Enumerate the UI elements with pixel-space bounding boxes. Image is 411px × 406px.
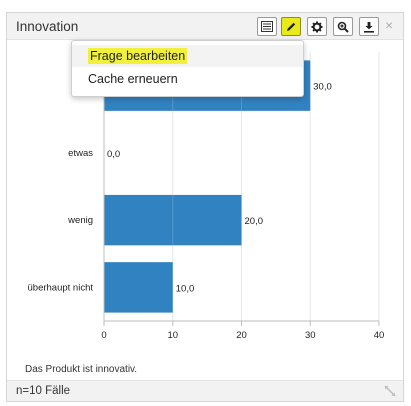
resize-icon[interactable] bbox=[384, 385, 396, 397]
widget-footer: n=10 Fälle bbox=[7, 380, 403, 401]
menu-item-refresh-cache[interactable]: Cache erneuern bbox=[72, 68, 303, 90]
gear-icon bbox=[311, 21, 323, 32]
data-label-1: 0,0 bbox=[107, 149, 120, 160]
category-label-3: überhaupt nicht bbox=[28, 282, 94, 293]
widget-title: Innovation bbox=[16, 19, 79, 34]
category-label-2: wenig bbox=[67, 215, 93, 226]
download-icon bbox=[364, 21, 374, 33]
case-count: n=10 Fälle bbox=[16, 385, 71, 397]
edit-button[interactable] bbox=[281, 17, 301, 36]
widget-header: Innovation × bbox=[7, 13, 403, 40]
x-tick-label-4: 40 bbox=[374, 330, 385, 341]
data-label-2: 20,0 bbox=[245, 216, 264, 227]
menu-item-edit-question[interactable]: Frage bearbeiten bbox=[72, 45, 303, 67]
table-view-button[interactable] bbox=[257, 17, 277, 36]
category-label-1: etwas bbox=[68, 148, 93, 159]
menu-item-refresh-cache-label: Cache erneuern bbox=[88, 72, 178, 86]
list-icon bbox=[261, 21, 273, 32]
zoom-button[interactable] bbox=[333, 17, 353, 36]
bar-3 bbox=[104, 262, 173, 313]
pencil-icon bbox=[287, 22, 296, 31]
close-icon[interactable]: × bbox=[385, 17, 393, 33]
data-label-0: 30,0 bbox=[313, 82, 332, 93]
zoom-icon bbox=[337, 21, 349, 33]
settings-button[interactable] bbox=[307, 17, 327, 36]
x-tick-label-3: 30 bbox=[305, 330, 316, 341]
x-tick-label-0: 0 bbox=[101, 330, 106, 341]
data-label-3: 10,0 bbox=[176, 283, 195, 294]
x-tick-label-1: 10 bbox=[167, 330, 178, 341]
download-button[interactable] bbox=[359, 17, 379, 36]
options-menu: Frage bearbeiten Cache erneuern bbox=[71, 40, 304, 97]
question-text: Das Produkt ist innovativ. bbox=[25, 364, 138, 375]
menu-item-edit-question-label: Frage bearbeiten bbox=[88, 48, 188, 64]
x-tick-label-2: 20 bbox=[236, 330, 247, 341]
chart-widget: Innovation × 30,0 0,0 etwas 20,0 wenig 1… bbox=[6, 12, 404, 402]
